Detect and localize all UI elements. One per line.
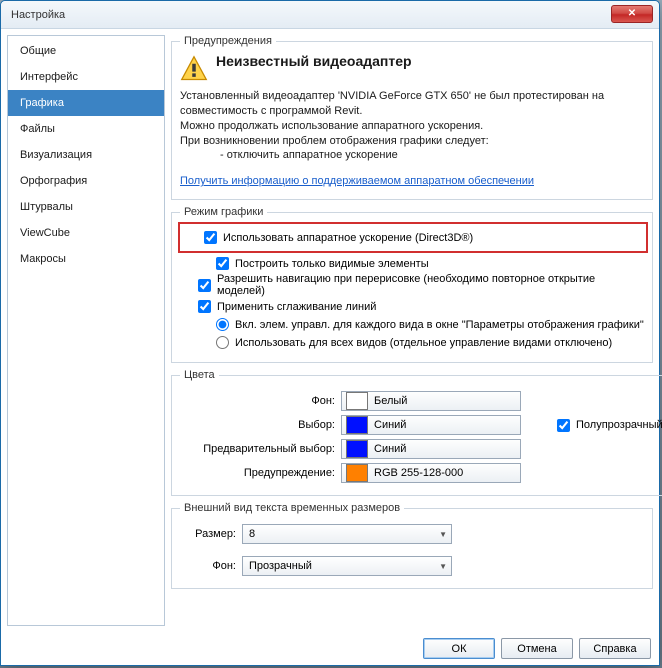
chevron-down-icon: ▼ (439, 562, 447, 571)
hwaccel-checkbox[interactable]: Использовать аппаратное ускорение (Direc… (204, 231, 640, 244)
ok-button[interactable]: ОК (423, 638, 495, 659)
preselection-color-swatch (346, 440, 368, 458)
close-icon: ✕ (628, 8, 636, 19)
background-color-button[interactable]: Белый (341, 391, 521, 411)
warning-icon (180, 55, 208, 83)
smoothing-radio-all[interactable]: Использовать для всех видов (отдельное у… (216, 336, 644, 349)
background-color-label: Фон: (180, 395, 335, 407)
warnings-group: Предупреждения Неизвестный видеоадаптер … (171, 35, 653, 200)
sidebar-item-general[interactable]: Общие (8, 38, 164, 64)
visible-only-checkbox[interactable]: Построить только видимые элементы (216, 257, 644, 270)
titlebar: Настройка ✕ (1, 1, 659, 29)
warnings-legend: Предупреждения (180, 35, 276, 47)
selection-color-swatch (346, 416, 368, 434)
selection-color-button[interactable]: Синий (341, 415, 521, 435)
help-button[interactable]: Справка (579, 638, 651, 659)
window-title: Настройка (11, 9, 65, 21)
dialog-buttons: ОК Отмена Справка (1, 632, 659, 665)
warning-color-label: Предупреждение: (180, 467, 335, 479)
sidebar-item-macros[interactable]: Макросы (8, 246, 164, 272)
temp-bg-label: Фон: (180, 560, 236, 572)
preselection-color-label: Предварительный выбор: (180, 443, 335, 455)
sidebar-item-graphics[interactable]: Графика (8, 90, 164, 116)
selection-color-label: Выбор: (180, 419, 335, 431)
highlight-box: Использовать аппаратное ускорение (Direc… (178, 222, 648, 253)
colors-legend: Цвета (180, 369, 219, 381)
warning-color-button[interactable]: RGB 255-128-000 (341, 463, 521, 483)
semitransparent-checkbox[interactable]: Полупрозрачный (557, 419, 662, 432)
graphics-mode-legend: Режим графики (180, 206, 267, 218)
temp-bg-select[interactable]: Прозрачный ▼ (242, 556, 452, 576)
supported-hardware-link[interactable]: Получить информацию о поддерживаемом апп… (180, 175, 534, 187)
sidebar-item-files[interactable]: Файлы (8, 116, 164, 142)
size-select[interactable]: 8 ▼ (242, 524, 452, 544)
graphics-mode-group: Режим графики Использовать аппаратное ус… (171, 206, 653, 363)
warning-heading: Неизвестный видеоадаптер (216, 53, 412, 69)
smoothing-checkbox[interactable]: Применить сглаживание линий (198, 300, 644, 313)
sidebar-item-interface[interactable]: Интерфейс (8, 64, 164, 90)
sidebar-item-rendering[interactable]: Визуализация (8, 142, 164, 168)
colors-group: Цвета Фон: Белый Выбор: Синий (171, 369, 662, 496)
temp-text-legend: Внешний вид текста временных размеров (180, 502, 404, 514)
sidebar-item-viewcube[interactable]: ViewCube (8, 220, 164, 246)
sidebar-item-steeringwheels[interactable]: Штурвалы (8, 194, 164, 220)
sidebar-item-spelling[interactable]: Орфография (8, 168, 164, 194)
chevron-down-icon: ▼ (439, 530, 447, 539)
content-panel: Предупреждения Неизвестный видеоадаптер … (171, 35, 653, 626)
settings-dialog: Настройка ✕ Общие Интерфейс Графика Файл… (0, 0, 660, 666)
warning-text: Установленный видеоадаптер 'NVIDIA GeFor… (180, 89, 644, 163)
preselection-color-button[interactable]: Синий (341, 439, 521, 459)
cancel-button[interactable]: Отмена (501, 638, 573, 659)
close-button[interactable]: ✕ (611, 5, 653, 23)
nav-redraw-checkbox[interactable]: Разрешить навигацию при перерисовке (нео… (198, 273, 644, 297)
temp-text-group: Внешний вид текста временных размеров Ра… (171, 502, 653, 589)
smoothing-radio-perview[interactable]: Вкл. элем. управл. для каждого вида в ок… (216, 318, 644, 331)
warning-color-swatch (346, 464, 368, 482)
size-label: Размер: (180, 528, 236, 540)
sidebar: Общие Интерфейс Графика Файлы Визуализац… (7, 35, 165, 626)
background-color-swatch (346, 392, 368, 410)
